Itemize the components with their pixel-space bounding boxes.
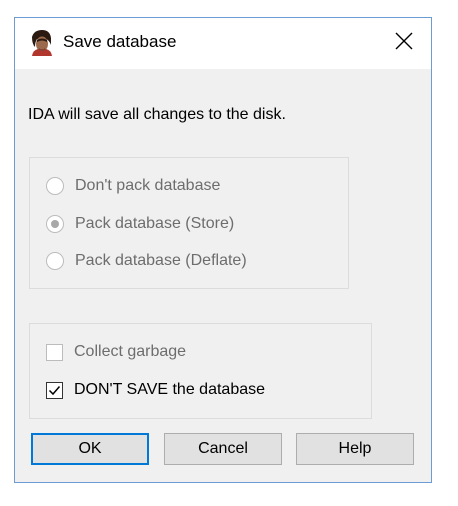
radio-button[interactable] (46, 252, 64, 270)
checkbox[interactable] (46, 343, 63, 361)
checkbox-dont-save[interactable]: DON'T SAVE the database (46, 381, 265, 399)
info-message: IDA will save all changes to the disk. (28, 106, 286, 123)
radio-label: Pack database (Deflate) (75, 252, 247, 269)
radio-label: Don't pack database (75, 177, 221, 194)
cancel-button[interactable]: Cancel (164, 433, 282, 465)
radio-dont-pack[interactable]: Don't pack database (46, 177, 220, 195)
save-database-dialog: Save database IDA will save all changes … (14, 17, 432, 483)
checkbox-label: Collect garbage (74, 343, 187, 360)
radio-button[interactable] (46, 177, 64, 195)
checkbox-label: DON'T SAVE the database (74, 381, 266, 398)
window-title: Save database (63, 32, 177, 51)
radio-label: Pack database (Store) (75, 215, 235, 232)
dialog-content: IDA will save all changes to the disk. D… (15, 69, 431, 482)
save-options-group: Collect garbage DON'T SAVE the database (29, 323, 372, 419)
checkbox-collect-garbage[interactable]: Collect garbage (46, 343, 186, 361)
pack-options-group: Don't pack database Pack database (Store… (29, 157, 349, 289)
ida-app-icon (28, 29, 54, 56)
radio-pack-deflate[interactable]: Pack database (Deflate) (46, 252, 247, 270)
ok-button[interactable]: OK (31, 433, 149, 465)
close-icon (395, 32, 413, 55)
checkbox[interactable] (46, 381, 63, 399)
radio-button[interactable] (46, 215, 64, 233)
help-button[interactable]: Help (296, 433, 414, 465)
checkmark-icon (48, 385, 61, 395)
close-button[interactable] (385, 26, 423, 60)
radio-pack-store[interactable]: Pack database (Store) (46, 215, 234, 233)
title-bar: Save database (15, 18, 431, 69)
